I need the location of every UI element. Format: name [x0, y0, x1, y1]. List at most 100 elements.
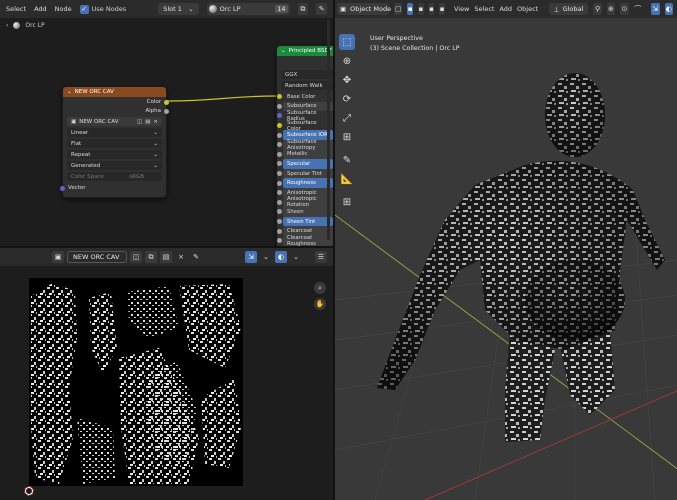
input-socket[interactable]	[277, 113, 282, 119]
input-socket[interactable]	[277, 209, 282, 215]
shield-icon[interactable]: ◫	[137, 119, 142, 125]
close-icon[interactable]: ×	[153, 119, 158, 125]
input-socket[interactable]	[277, 190, 282, 196]
input-socket[interactable]	[277, 219, 282, 225]
bsdf-input-row[interactable]: Base Color	[277, 92, 333, 102]
pin-icon[interactable]: ✎	[190, 251, 202, 263]
bsdf-input-row[interactable]: Subsurface Color	[277, 120, 333, 132]
projection-dropdown[interactable]: Flat ⌄	[67, 139, 162, 148]
bsdf-input-row[interactable]: Roughness	[277, 178, 333, 188]
color-space-dropdown[interactable]: Color Space sRGB	[67, 172, 162, 181]
select-new-icon[interactable]: ▪	[407, 3, 414, 15]
falloff-icon[interactable]: ⌒	[634, 3, 642, 15]
hand-pan-icon[interactable]: ✋	[314, 298, 326, 310]
menu-add[interactable]: Add	[499, 5, 512, 13]
input-socket[interactable]	[277, 180, 282, 186]
bsdf-input-row[interactable]: Clearcoat Roughness	[277, 235, 333, 246]
select-box-tool-icon[interactable]: ⬚	[339, 34, 355, 50]
node-editor[interactable]: Select Add Node ✓ Use Nodes Slot 1 ⌄ Orc …	[0, 0, 333, 246]
input-vector: Vector	[60, 183, 166, 193]
bsdf-input-row[interactable]: Specular Tint	[277, 168, 333, 179]
scale-tool-icon[interactable]: ⤢	[339, 110, 355, 126]
chevron-down-icon[interactable]: ⌄	[290, 251, 302, 263]
principled-bsdf-node[interactable]: ⌄ Principled BSDF GGX Random Walk Base Co…	[276, 45, 333, 246]
image-texture-node[interactable]: ⌄ NEW ORC CAV Color Alpha ▣ NEW ORC CAV ◫ ▤…	[60, 86, 169, 198]
bsdf-input-label: Specular	[287, 160, 311, 167]
texture-image	[29, 278, 243, 486]
bsdf-input-row[interactable]: Metallic	[277, 149, 333, 160]
node-editor-scrollbar[interactable]	[327, 20, 330, 240]
input-socket[interactable]	[277, 199, 282, 205]
measure-tool-icon[interactable]: 📐	[339, 171, 355, 187]
gizmo-icon[interactable]: ⇲	[651, 3, 660, 15]
folder-icon[interactable]: ▤	[145, 119, 150, 125]
collection-label: (3) Scene Collection | Orc LP	[370, 45, 460, 52]
view-menu-icon[interactable]: ☰	[315, 251, 327, 263]
select-invert-icon[interactable]: ▪	[439, 3, 445, 15]
chevron-down-icon: ⌄	[281, 48, 286, 54]
snap-icon[interactable]: ⊕	[606, 3, 616, 15]
input-socket[interactable]	[277, 151, 282, 157]
source-dropdown[interactable]: Generated ⌄	[67, 161, 162, 170]
move-tool-icon[interactable]: ✥	[339, 72, 355, 88]
tool-shelf: ⬚ ⊕ ✥ ⟳ ⤢ ⊞ ✎ 📐 ⊞	[339, 34, 355, 210]
pivot-icon[interactable]: ⚲	[593, 3, 602, 15]
input-socket[interactable]	[277, 161, 282, 167]
socket-vector[interactable]	[60, 185, 65, 191]
chevron-down-icon: ⌄	[153, 162, 158, 169]
zoom-icon[interactable]: ⌕	[314, 282, 326, 294]
select-box-icon[interactable]: ▢	[394, 3, 403, 15]
input-socket[interactable]	[277, 132, 282, 138]
chevron-down-icon[interactable]: ⌄	[260, 251, 272, 263]
3d-viewport[interactable]: ▣ Object Mode ▢ ▪ ▪ ▪ ▪ View Select Add O…	[333, 0, 677, 500]
bsdf-input-row[interactable]: Anisotropic Rotation	[277, 196, 333, 208]
bsdf-input-row[interactable]: Sheen	[277, 207, 333, 217]
menu-select[interactable]: Select	[474, 5, 494, 13]
input-socket[interactable]	[277, 228, 282, 234]
socket-color[interactable]	[164, 99, 169, 105]
rotate-tool-icon[interactable]: ⟳	[339, 91, 355, 107]
add-cube-tool-icon[interactable]: ⊞	[339, 194, 355, 210]
image-editor-header: ▣ NEW ORC CAV ◫ ⧉ ▤ × ✎ ⇲ ⌄ ◐ ⌄ ☰	[0, 248, 333, 266]
duplicate-icon[interactable]: ⧉	[145, 251, 157, 263]
input-socket[interactable]	[277, 94, 282, 100]
image-editor[interactable]: ▣ NEW ORC CAV ◫ ⧉ ▤ × ✎ ⇲ ⌄ ◐ ⌄ ☰ ⌕ ✋	[0, 246, 333, 500]
menu-view[interactable]: View	[454, 5, 469, 13]
node-header: ⌄ Principled BSDF	[277, 46, 333, 56]
cube-icon: ▣	[340, 5, 347, 13]
snapping-icon[interactable]: ⇲	[245, 251, 257, 263]
bsdf-input-row[interactable]: Subsurface Anisotropy	[277, 139, 333, 151]
close-icon[interactable]: ×	[175, 251, 187, 263]
input-socket[interactable]	[277, 238, 282, 244]
mode-dropdown[interactable]: ▣ Object Mode	[337, 3, 391, 15]
display-channel-icon[interactable]: ◐	[275, 251, 287, 263]
cursor-tool-icon[interactable]: ⊕	[339, 53, 355, 69]
folder-icon[interactable]: ▤	[160, 251, 172, 263]
transform-orientation-dropdown[interactable]: ⟂ Global	[549, 3, 589, 15]
editor-type-icon[interactable]: ▣	[52, 251, 64, 263]
interpolation-dropdown[interactable]: Linear ⌄	[67, 128, 162, 137]
image-datablock[interactable]: ▣ NEW ORC CAV ◫ ▤ ×	[67, 117, 162, 126]
input-socket[interactable]	[277, 103, 282, 109]
image-selector[interactable]: NEW ORC CAV	[67, 251, 127, 263]
extension-dropdown[interactable]: Repeat ⌄	[67, 150, 162, 159]
shield-icon[interactable]: ◫	[130, 251, 142, 263]
proportional-edit-icon[interactable]: ⊙	[620, 3, 629, 15]
transform-tool-icon[interactable]: ⊞	[339, 129, 355, 145]
menu-object[interactable]: Object	[517, 5, 538, 13]
input-socket[interactable]	[277, 142, 282, 148]
input-socket[interactable]	[277, 171, 282, 177]
2d-cursor-icon[interactable]	[24, 486, 34, 496]
socket-alpha[interactable]	[164, 108, 169, 114]
input-socket[interactable]	[277, 123, 282, 129]
overlays-icon[interactable]: ◐	[664, 3, 674, 15]
distribution-dropdown[interactable]: GGX	[281, 70, 333, 79]
select-subtract-icon[interactable]: ▪	[428, 3, 435, 15]
bsdf-input-row[interactable]: Specular	[277, 159, 333, 169]
cavity-map	[31, 284, 241, 484]
subsurface-method-dropdown[interactable]: Random Walk	[281, 81, 333, 90]
bsdf-input-label: Sheen Tint	[287, 218, 316, 225]
select-extend-icon[interactable]: ▪	[418, 3, 424, 15]
annotate-tool-icon[interactable]: ✎	[339, 152, 355, 168]
bsdf-input-row[interactable]: Sheen Tint	[277, 216, 333, 227]
